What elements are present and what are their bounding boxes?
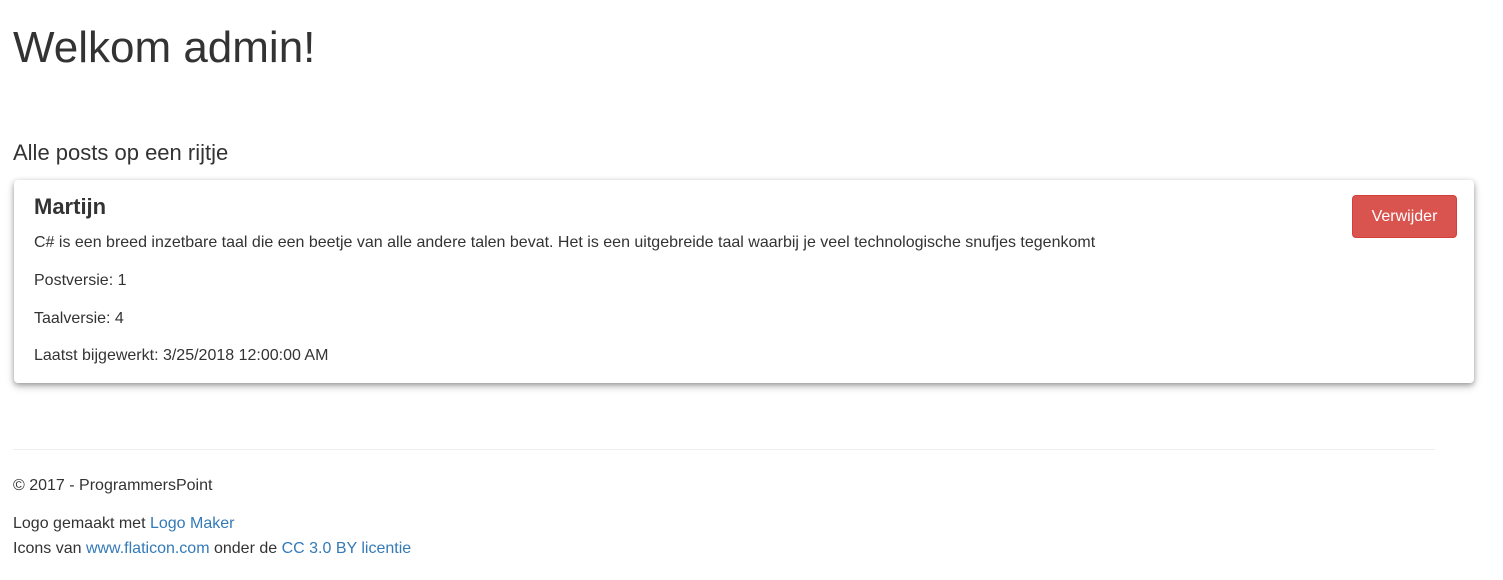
post-author: Martijn: [34, 194, 107, 219]
page: Welkom admin! Alle posts op een rijtje M…: [0, 0, 1503, 580]
post-card: Martijn C# is een breed inzetbare taal d…: [14, 180, 1474, 383]
section-title: Alle posts op een rijtje: [13, 140, 229, 165]
copyright: © 2017 - ProgrammersPoint: [13, 477, 213, 494]
footer-divider: [13, 449, 1435, 450]
post-last-updated: Laatst bijgewerkt: 3/25/2018 12:00:00 AM: [34, 347, 329, 364]
post-content: C# is een breed inzetbare taal die een b…: [34, 234, 1096, 251]
icons-credit: Icons van www.flaticon.com onder de CC 3…: [13, 540, 411, 558]
post-version: Postversie: 1: [34, 272, 127, 289]
page-title: Welkom admin!: [13, 23, 316, 72]
logo-credit-text: Logo gemaakt met: [13, 515, 150, 532]
logo-credit: Logo gemaakt met Logo Maker: [13, 515, 234, 533]
post-language-version: Taalversie: 4: [34, 310, 124, 327]
icons-credit-middle-text: onder de: [209, 540, 282, 557]
logo-maker-link[interactable]: Logo Maker: [150, 515, 235, 532]
icons-credit-text: Icons van: [13, 540, 86, 557]
delete-button[interactable]: Verwijder: [1352, 195, 1457, 238]
license-link[interactable]: CC 3.0 BY licentie: [282, 540, 412, 557]
flaticon-link[interactable]: www.flaticon.com: [86, 540, 210, 557]
